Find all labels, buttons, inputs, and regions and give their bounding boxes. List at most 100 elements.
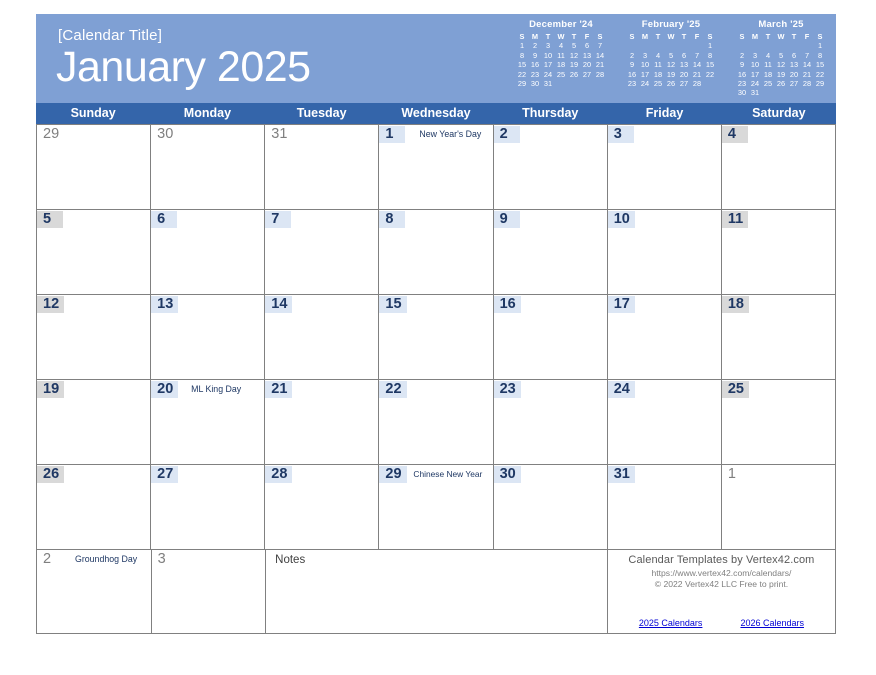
mini-day: 21 [692, 69, 702, 79]
day-cell[interactable]: 2 Groundhog Day [37, 550, 152, 634]
link-2025-calendars[interactable]: 2025 Calendars [639, 618, 703, 628]
day-cell[interactable]: 30 [151, 125, 266, 210]
day-cell[interactable]: 20 ML King Day [151, 380, 266, 465]
month-grid: 29 30 31 1 New Year's Day 2 3 4 5 6 7 8 9… [36, 124, 837, 634]
mini-dow: T [571, 32, 577, 41]
mini-day: 13 [679, 60, 689, 70]
mini-dow: T [681, 32, 687, 41]
day-cell[interactable]: 17 [607, 295, 722, 380]
day-cell[interactable]: 28 [265, 465, 380, 550]
mini-day: 12 [776, 60, 786, 70]
calendar-title-placeholder[interactable]: [Calendar Title] [58, 27, 162, 44]
day-cell[interactable]: 26 [37, 465, 152, 550]
mini-day: 6 [791, 50, 797, 60]
mini-day: 2 [532, 41, 538, 51]
day-cell[interactable]: 8 [379, 210, 494, 295]
day-cell[interactable]: 7 [265, 210, 380, 295]
day-cell[interactable]: 1 [721, 465, 836, 550]
mini-calendar-february: February '25 S M T W T F S 1 2 3 4 5 6 7… [616, 19, 726, 98]
mini-day: 21 [802, 69, 812, 79]
day-cell[interactable]: 3 [151, 550, 267, 634]
day-cell[interactable]: 2 [493, 125, 608, 210]
day-cell[interactable]: 5 [37, 210, 152, 295]
day-event[interactable]: New Year's Day [419, 129, 481, 139]
mini-calendar-dow-row: S M T W T F S [626, 32, 717, 41]
weekday-header-tuesday: Tuesday [296, 106, 347, 120]
day-cell[interactable]: 13 [151, 295, 266, 380]
mini-week-row: 30 31 [736, 88, 827, 97]
day-number: 25 [721, 381, 749, 398]
day-cell[interactable]: 31 [265, 125, 380, 210]
mini-day: 8 [519, 50, 525, 60]
day-cell[interactable]: 3 [607, 125, 722, 210]
day-cell[interactable]: 24 [607, 380, 722, 465]
mini-day: 27 [679, 79, 689, 89]
day-number: 4 [721, 126, 748, 143]
day-cell[interactable]: 16 [493, 295, 608, 380]
mini-day: 23 [737, 79, 747, 89]
day-cell[interactable]: 10 [607, 210, 722, 295]
day-cell[interactable]: 30 [493, 465, 608, 550]
day-cell[interactable]: 27 [151, 465, 266, 550]
mini-day: 8 [707, 50, 713, 60]
day-cell[interactable]: 29 Chinese New Year [379, 465, 494, 550]
mini-day: 24 [640, 79, 650, 89]
day-cell[interactable]: 11 [721, 210, 836, 295]
mini-dow: T [791, 32, 797, 41]
day-number: 16 [493, 296, 521, 313]
mini-day [788, 88, 801, 97]
day-cell[interactable]: 1 New Year's Day [379, 125, 494, 210]
mini-dow: S [519, 32, 525, 41]
mini-day: 7 [597, 41, 603, 51]
mini-calendar-title: February '25 [641, 19, 701, 30]
mini-day: 5 [571, 41, 577, 51]
day-cell[interactable]: 6 [151, 210, 266, 295]
mini-week-row: 23 24 25 26 27 28 29 [736, 79, 827, 88]
mini-day: 6 [681, 50, 687, 60]
day-cell[interactable]: 19 [37, 380, 152, 465]
footer-line-2: https://www.vertex42.com/calendars/ [651, 568, 792, 578]
day-cell[interactable]: 23 [493, 380, 608, 465]
mini-day: 2 [739, 50, 745, 60]
week-row: 19 20 ML King Day 21 22 23 24 25 [37, 380, 836, 465]
day-cell[interactable]: 31 [607, 465, 722, 550]
day-number: 27 [151, 466, 179, 483]
mini-day [555, 79, 568, 88]
mini-day: 16 [530, 60, 540, 70]
day-cell[interactable]: 4 [721, 125, 836, 210]
mini-day: 15 [517, 60, 527, 70]
day-cell[interactable]: 9 [493, 210, 608, 295]
mini-day: 3 [642, 50, 648, 60]
mini-day: 5 [778, 50, 784, 60]
notes-cell[interactable]: Notes [266, 550, 608, 634]
mini-day [678, 41, 691, 50]
day-cell[interactable]: 14 [265, 295, 380, 380]
mini-day [652, 41, 665, 50]
day-cell[interactable]: 12 [37, 295, 152, 380]
day-event[interactable]: ML King Day [191, 384, 241, 394]
day-cell[interactable]: 29 [37, 125, 152, 210]
mini-day [762, 41, 775, 50]
day-number: 2 [43, 551, 52, 567]
mini-day: 28 [692, 79, 702, 89]
mini-day: 21 [595, 60, 605, 70]
day-cell[interactable]: 15 [379, 295, 494, 380]
day-event[interactable]: Chinese New Year [413, 469, 482, 479]
mini-day: 19 [666, 69, 676, 79]
link-2026-calendars[interactable]: 2026 Calendars [740, 618, 804, 628]
mini-day: 9 [629, 60, 635, 70]
day-event[interactable]: Groundhog Day [75, 554, 137, 564]
mini-week-row: 15 16 17 18 19 20 21 [516, 60, 607, 69]
day-cell[interactable]: 25 [721, 380, 836, 465]
mini-day: 22 [705, 69, 715, 79]
mini-day: 30 [737, 88, 747, 98]
day-cell[interactable]: 21 [265, 380, 380, 465]
mini-day: 14 [802, 60, 812, 70]
day-cell[interactable]: 18 [721, 295, 836, 380]
mini-day: 4 [655, 50, 661, 60]
calendar-banner: [Calendar Title] January 2025 December '… [36, 14, 836, 103]
mini-calendars-group: December '24 S M T W T F S 1 2 3 4 5 6 7… [506, 19, 836, 98]
day-cell[interactable]: 22 [379, 380, 494, 465]
mini-day: 28 [802, 79, 812, 89]
mini-week-row: 1 [736, 41, 827, 50]
